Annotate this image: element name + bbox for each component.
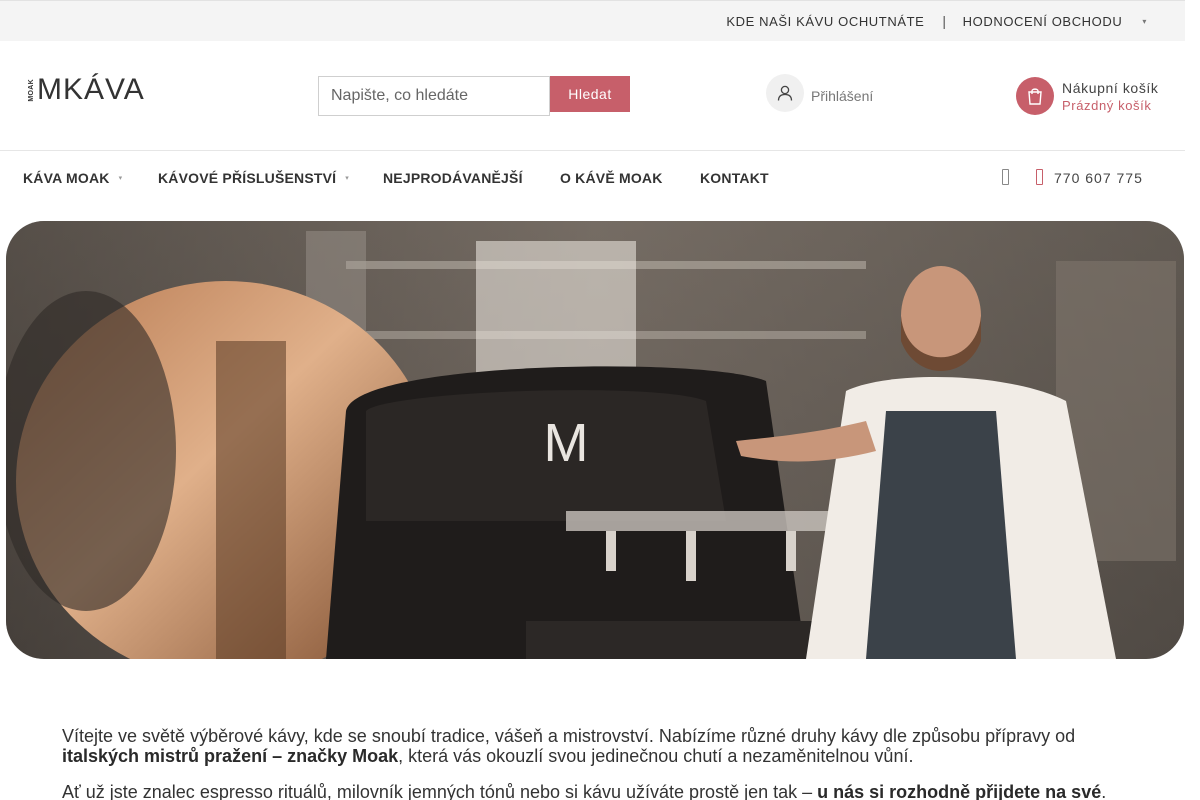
nav-item-label: KÁVA MOAK [23, 170, 110, 186]
logo-small-text: MOAK [28, 78, 35, 102]
hero-photo: M [6, 221, 1184, 659]
intro-p1-bold: italských mistrů pražení – značky Moak [62, 746, 399, 766]
cart-status: Prázdný košík [1062, 97, 1152, 113]
nav-item-prislusenstvi[interactable]: KÁVOVÉ PŘÍSLUŠENSTVÍ ▾ [158, 170, 349, 186]
top-links-separator: | [942, 13, 947, 29]
nav-item-label: KONTAKT [700, 170, 769, 186]
phone-icon [1036, 169, 1043, 185]
intro-p2-a: Ať už jste znalec espresso rituálů, milo… [62, 782, 818, 800]
cart-title: Nákupní košík [1062, 79, 1159, 96]
hero-image: M [6, 221, 1184, 659]
where-to-taste-link[interactable]: KDE NAŠI KÁVU OCHUTNÁTE [726, 14, 924, 29]
login-link[interactable]: Přihlášení [766, 74, 873, 112]
intro-paragraph-2: Ať už jste znalec espresso rituálů, milo… [62, 782, 1142, 800]
top-bar: KDE NAŠI KÁVU OCHUTNÁTE | HODNOCENÍ OBCH… [0, 0, 1185, 41]
cart-texts: Nákupní košík Prázdný košík [1062, 80, 1159, 113]
nav-item-nejprodavanejsi[interactable]: NEJPRODÁVANĚJŠÍ [383, 170, 523, 186]
nav-item-kava-moak[interactable]: KÁVA MOAK ▾ [23, 170, 122, 186]
facebook-icon[interactable] [1002, 169, 1009, 185]
intro-p1-c: , která vás okouzlí svou jedinečnou chut… [398, 746, 914, 766]
chevron-down-icon: ▾ [345, 175, 349, 182]
chevron-down-icon: ▾ [118, 175, 123, 182]
intro-text: Vítejte ve světě výběrové kávy, kde se s… [62, 726, 1142, 800]
intro-p2-bold: u nás si rozhodně přijdete na své [817, 782, 1102, 800]
user-icon [766, 74, 804, 112]
nav-item-label: KÁVOVÉ PŘÍSLUŠENSTVÍ [158, 170, 337, 186]
search-button[interactable]: Hledat [550, 76, 630, 112]
header: MOAK MKÁVA Hledat Přihlášení Nákupní koš… [0, 41, 1185, 151]
machine-logo-letter: M [544, 413, 589, 473]
login-label: Přihlášení [811, 88, 874, 104]
top-links: KDE NAŠI KÁVU OCHUTNÁTE | HODNOCENÍ OBCH… [726, 13, 1147, 29]
shopping-bag-icon [1016, 77, 1054, 115]
cart-widget[interactable]: Nákupní košík Prázdný košík [1016, 77, 1159, 115]
phone-number[interactable]: 770 607 775 [1054, 170, 1143, 186]
nav-item-label: NEJPRODÁVANĚJŠÍ [383, 170, 523, 186]
main-nav: KÁVA MOAK ▾ KÁVOVÉ PŘÍSLUŠENSTVÍ ▾ NEJPR… [0, 152, 1185, 202]
logo-text: MKÁVA [37, 73, 145, 106]
search-input[interactable] [318, 76, 550, 116]
nav-item-label: O KÁVĚ MOAK [560, 170, 663, 186]
nav-item-kontakt[interactable]: KONTAKT [700, 170, 769, 186]
intro-paragraph-1: Vítejte ve světě výběrové kávy, kde se s… [62, 726, 1142, 766]
intro-p1-a: Vítejte ve světě výběrové kávy, kde se s… [62, 726, 1076, 746]
search-form: Hledat [318, 76, 630, 116]
chevron-down-icon[interactable]: ▾ [1142, 17, 1147, 26]
intro-p2-c: . [1101, 782, 1107, 800]
nav-item-o-kave[interactable]: O KÁVĚ MOAK [560, 170, 663, 186]
store-rating-link[interactable]: HODNOCENÍ OBCHODU [963, 14, 1123, 29]
logo[interactable]: MOAK MKÁVA [28, 73, 145, 106]
